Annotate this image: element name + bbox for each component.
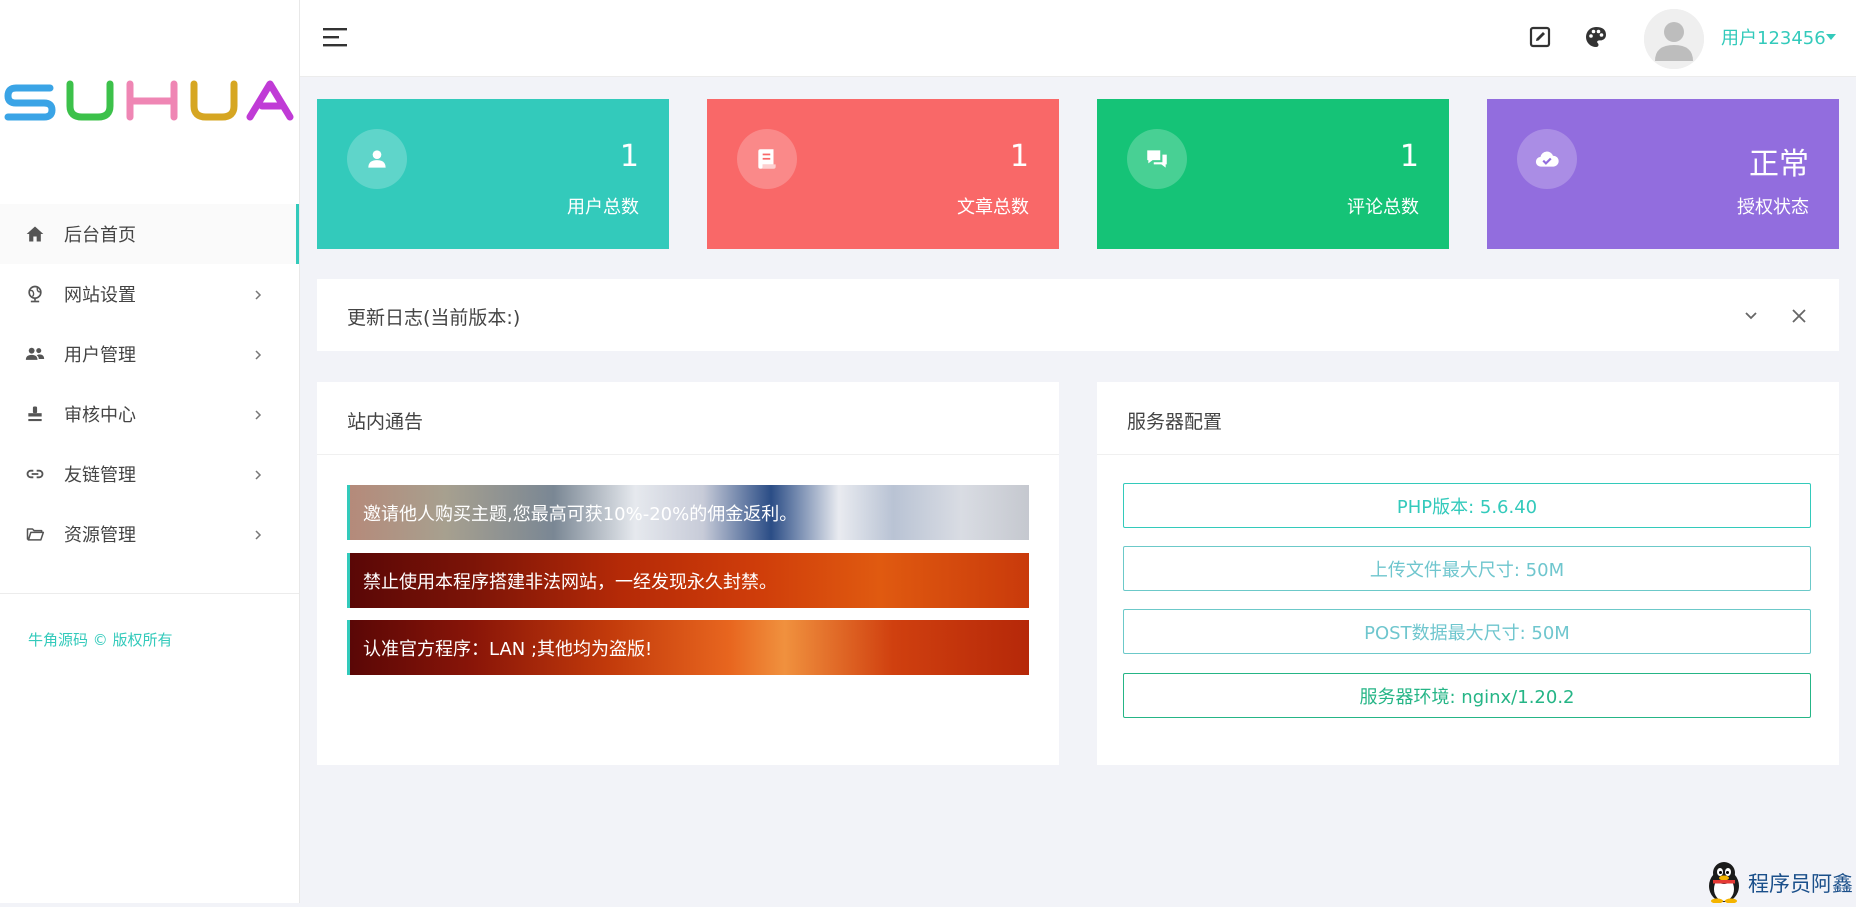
stat-card-users: 1 用户总数 (317, 99, 669, 249)
user-icon (347, 129, 407, 189)
changelog-panel: 更新日志(当前版本:) (317, 279, 1839, 351)
panel-divider (1097, 454, 1839, 455)
notices-title: 站内通告 (347, 411, 424, 433)
globe-icon (24, 283, 46, 305)
server-env-button[interactable]: 服务器环境: nginx/1.20.2 (1123, 673, 1811, 718)
stat-value: 正常 (1749, 147, 1809, 182)
stat-value: 1 (619, 139, 639, 174)
sidebar-item-label: 审核中心 (64, 405, 136, 426)
watermark-text: 程序员阿鑫 (1748, 872, 1853, 896)
chevron-right-icon (253, 406, 263, 420)
stat-card-articles: 1 文章总数 (707, 99, 1059, 249)
chevron-right-icon (253, 466, 263, 480)
topbar: 用户123456 (300, 0, 1856, 77)
home-icon (24, 223, 46, 245)
close-icon[interactable] (1791, 308, 1807, 324)
chevron-right-icon (253, 286, 263, 300)
sidebar-item-label: 友链管理 (64, 465, 136, 486)
watermark: 程序员阿鑫 (1704, 860, 1856, 904)
sidebar-item-site-settings[interactable]: 网站设置 (0, 264, 299, 324)
sidebar-divider (0, 593, 299, 594)
server-panel: 服务器配置 PHP版本: 5.6.40 上传文件最大尺寸: 50M POST数据… (1097, 382, 1839, 765)
sidebar-nav: 后台首页 网站设置 用户管理 审核中心 友链管理 资源管理 (0, 204, 299, 564)
sidebar: 后台首页 网站设置 用户管理 审核中心 友链管理 资源管理 牛角源码 © 版权所… (0, 0, 300, 903)
users-icon (24, 343, 46, 365)
stat-label: 文章总数 (957, 197, 1029, 218)
chevron-right-icon (253, 346, 263, 360)
edit-icon[interactable] (1527, 24, 1553, 50)
scroll-icon (737, 129, 797, 189)
upload-size-button[interactable]: 上传文件最大尺寸: 50M (1123, 546, 1811, 591)
post-size-button[interactable]: POST数据最大尺寸: 50M (1123, 609, 1811, 654)
stat-value: 1 (1399, 139, 1419, 174)
stat-label: 授权状态 (1737, 197, 1809, 218)
sidebar-item-label: 后台首页 (64, 225, 136, 246)
sidebar-item-review[interactable]: 审核中心 (0, 384, 299, 444)
sidebar-item-label: 网站设置 (64, 285, 136, 306)
chevron-right-icon (253, 526, 263, 540)
palette-icon[interactable] (1583, 24, 1609, 50)
cloud-check-icon (1517, 129, 1577, 189)
brand-logo[interactable] (4, 76, 294, 124)
folder-icon (24, 523, 46, 545)
sidebar-item-links[interactable]: 友链管理 (0, 444, 299, 504)
stat-label: 评论总数 (1347, 197, 1419, 218)
stat-value: 1 (1009, 139, 1029, 174)
changelog-title: 更新日志(当前版本:) (347, 307, 521, 329)
sidebar-item-label: 用户管理 (64, 345, 136, 366)
sidebar-item-label: 资源管理 (64, 525, 136, 546)
username[interactable]: 用户123456 (1721, 24, 1826, 50)
stat-card-comments: 1 评论总数 (1097, 99, 1449, 249)
sidebar-item-home[interactable]: 后台首页 (0, 204, 299, 264)
stat-card-license: 正常 授权状态 (1487, 99, 1839, 249)
panel-divider (317, 454, 1059, 455)
notices-panel: 站内通告 邀请他人购买主题,您最高可获10%-20%的佣金返利。 禁止使用本程序… (317, 382, 1059, 765)
avatar[interactable] (1644, 9, 1704, 69)
php-version-button[interactable]: PHP版本: 5.6.40 (1123, 483, 1811, 528)
link-icon (24, 463, 46, 485)
penguin-icon (1709, 862, 1739, 904)
stat-label: 用户总数 (567, 197, 639, 218)
sidebar-item-resources[interactable]: 资源管理 (0, 504, 299, 564)
sidebar-item-users[interactable]: 用户管理 (0, 324, 299, 384)
notice-item[interactable]: 认准官方程序：LAN ;其他均为盗版! (347, 620, 1029, 675)
chat-icon (1127, 129, 1187, 189)
server-title: 服务器配置 (1127, 411, 1223, 433)
hamburger-icon[interactable] (322, 26, 348, 48)
notice-item[interactable]: 禁止使用本程序搭建非法网站，一经发现永久封禁。 (347, 553, 1029, 608)
notice-item[interactable]: 邀请他人购买主题,您最高可获10%-20%的佣金返利。 (347, 485, 1029, 540)
caret-down-icon[interactable] (1826, 34, 1836, 40)
copyright-text: 牛角源码 © 版权所有 (28, 631, 173, 649)
chevron-down-icon[interactable] (1743, 307, 1759, 320)
stamp-icon (24, 403, 46, 425)
